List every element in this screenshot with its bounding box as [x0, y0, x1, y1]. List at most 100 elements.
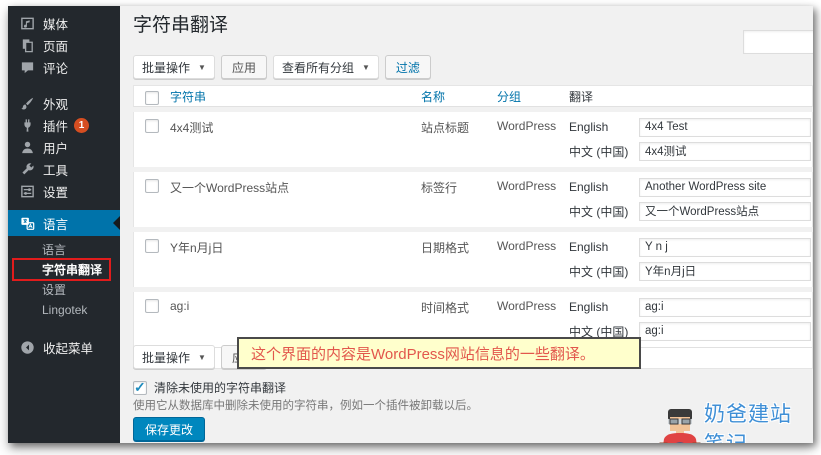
languages-submenu: 语言 字符串翻译 设置 Lingotek — [8, 236, 120, 320]
sidebar-item-appearance[interactable]: 外观 — [8, 92, 120, 114]
name-cell: 时间格式 — [421, 296, 497, 342]
filter-button[interactable]: 过滤 — [385, 55, 431, 79]
bulk-actions-select[interactable]: 批量操作 ▼ — [133, 55, 215, 79]
collapse-arrow-icon — [20, 340, 35, 355]
watermark: 奶爸建站笔记 — [658, 398, 813, 443]
column-header-name[interactable]: 名称 — [421, 88, 497, 105]
strings-table: 字符串 名称 分组 翻译 4x4测试 站点标题 WordPress Englis… — [133, 85, 813, 369]
translation-input[interactable] — [639, 202, 811, 221]
search-input[interactable] — [743, 30, 813, 54]
table-row: Y年n月j日 日期格式 WordPress English 中文 (中国) — [133, 232, 813, 287]
annotation-callout: 这个界面的内容是WordPress网站信息的一些翻译。 — [237, 337, 641, 369]
column-header-string[interactable]: 字符串 — [170, 88, 421, 105]
name-cell: 站点标题 — [421, 116, 497, 162]
cleanup-checkbox[interactable] — [133, 381, 147, 395]
translations-cell: English 中文 (中国) — [569, 116, 812, 162]
languages-translation-icon — [20, 216, 35, 231]
pages-icon — [20, 38, 35, 53]
chevron-down-icon: ▼ — [198, 353, 206, 362]
language-label: English — [569, 240, 639, 254]
sidebar-item-label: 插件 — [43, 116, 68, 135]
translation-input[interactable] — [639, 298, 811, 317]
collapse-menu-label: 收起菜单 — [43, 338, 93, 357]
translation-input[interactable] — [639, 262, 811, 281]
appearance-brush-icon — [20, 96, 35, 111]
watermark-avatar-icon — [658, 407, 702, 443]
sidebar-item-settings[interactable]: 设置 — [8, 180, 120, 202]
sidebar-item-label: 外观 — [43, 94, 68, 113]
row-checkbox[interactable] — [145, 239, 159, 253]
sidebar-item-tools[interactable]: 工具 — [8, 158, 120, 180]
language-label: 中文 (中国) — [569, 143, 639, 160]
name-cell: 标签行 — [421, 176, 497, 222]
page-title: 字符串翻译 — [133, 10, 228, 37]
row-checkbox[interactable] — [145, 179, 159, 193]
chevron-down-icon: ▼ — [198, 63, 206, 72]
plugins-update-badge: 1 — [74, 118, 89, 133]
group-cell: WordPress — [497, 296, 569, 342]
string-cell: 4x4测试 — [170, 116, 421, 162]
sidebar-item-plugins[interactable]: 插件 1 — [8, 114, 120, 136]
media-icon — [20, 16, 35, 31]
column-header-group[interactable]: 分组 — [497, 88, 569, 105]
comments-icon — [20, 60, 35, 75]
string-cell: ag:i — [170, 296, 421, 342]
sidebar-item-pages[interactable]: 页面 — [8, 34, 120, 56]
language-label: English — [569, 180, 639, 194]
translations-cell: English 中文 (中国) — [569, 296, 812, 342]
column-header-translations: 翻译 — [569, 88, 812, 105]
submenu-item-lingotek[interactable]: Lingotek — [8, 300, 120, 320]
save-changes-button[interactable]: 保存更改 — [133, 417, 205, 441]
sidebar-item-label: 页面 — [43, 36, 68, 55]
sidebar-item-comments[interactable]: 评论 — [8, 56, 120, 78]
translation-input[interactable] — [639, 238, 811, 257]
cleanup-label: 清除未使用的字符串翻译 — [154, 379, 286, 396]
table-row: 4x4测试 站点标题 WordPress English 中文 (中国) — [133, 112, 813, 167]
apply-button[interactable]: 应用 — [221, 55, 267, 79]
language-label: English — [569, 120, 639, 134]
submenu-item-settings[interactable]: 设置 — [8, 280, 120, 300]
translation-input[interactable] — [639, 118, 811, 137]
group-cell: WordPress — [497, 116, 569, 162]
translations-cell: English 中文 (中国) — [569, 236, 812, 282]
sidebar-item-media[interactable]: 媒体 — [8, 12, 120, 34]
sidebar-item-label: 媒体 — [43, 14, 68, 33]
table-row: 又一个WordPress站点 标签行 WordPress English 中文 … — [133, 172, 813, 227]
sidebar-item-users[interactable]: 用户 — [8, 136, 120, 158]
menu-separator — [8, 202, 120, 210]
language-label: 中文 (中国) — [569, 263, 639, 280]
submenu-item-string-translations[interactable]: 字符串翻译 — [8, 260, 120, 280]
wordpress-admin-window: 媒体 页面 评论 外观 插件 1 — [8, 6, 813, 443]
plugins-plug-icon — [20, 118, 35, 133]
name-cell: 日期格式 — [421, 236, 497, 282]
select-all-checkbox[interactable] — [145, 91, 159, 105]
language-label: English — [569, 300, 639, 314]
string-cell: Y年n月j日 — [170, 236, 421, 282]
sidebar-item-label: 设置 — [43, 182, 68, 201]
sidebar-item-label: 工具 — [43, 160, 68, 179]
menu-separator — [8, 78, 120, 92]
sidebar-item-languages[interactable]: 语言 — [8, 210, 120, 236]
admin-sidebar: 媒体 页面 评论 外观 插件 1 — [8, 6, 120, 443]
translation-input[interactable] — [639, 322, 811, 341]
translation-input[interactable] — [639, 142, 811, 161]
translations-cell: English 中文 (中国) — [569, 176, 812, 222]
translation-input[interactable] — [639, 178, 811, 197]
top-toolbar: 批量操作 ▼ 应用 查看所有分组 ▼ 过滤 — [133, 55, 431, 79]
row-checkbox[interactable] — [145, 299, 159, 313]
group-filter-select[interactable]: 查看所有分组 ▼ — [273, 55, 379, 79]
users-icon — [20, 140, 35, 155]
sidebar-item-label: 评论 — [43, 58, 68, 77]
sidebar-item-label: 用户 — [43, 138, 68, 157]
string-cell: 又一个WordPress站点 — [170, 176, 421, 222]
language-label: 中文 (中国) — [569, 203, 639, 220]
bulk-actions-select[interactable]: 批量操作 ▼ — [133, 345, 215, 369]
sidebar-item-label: 语言 — [43, 214, 68, 233]
group-cell: WordPress — [497, 176, 569, 222]
cleanup-option: 清除未使用的字符串翻译 — [133, 379, 286, 396]
row-checkbox[interactable] — [145, 119, 159, 133]
submenu-item-languages[interactable]: 语言 — [8, 240, 120, 260]
cleanup-description: 使用它从数据库中删除未使用的字符串，例如一个插件被卸载以后。 — [133, 397, 478, 413]
group-cell: WordPress — [497, 236, 569, 282]
collapse-menu-button[interactable]: 收起菜单 — [8, 336, 120, 358]
